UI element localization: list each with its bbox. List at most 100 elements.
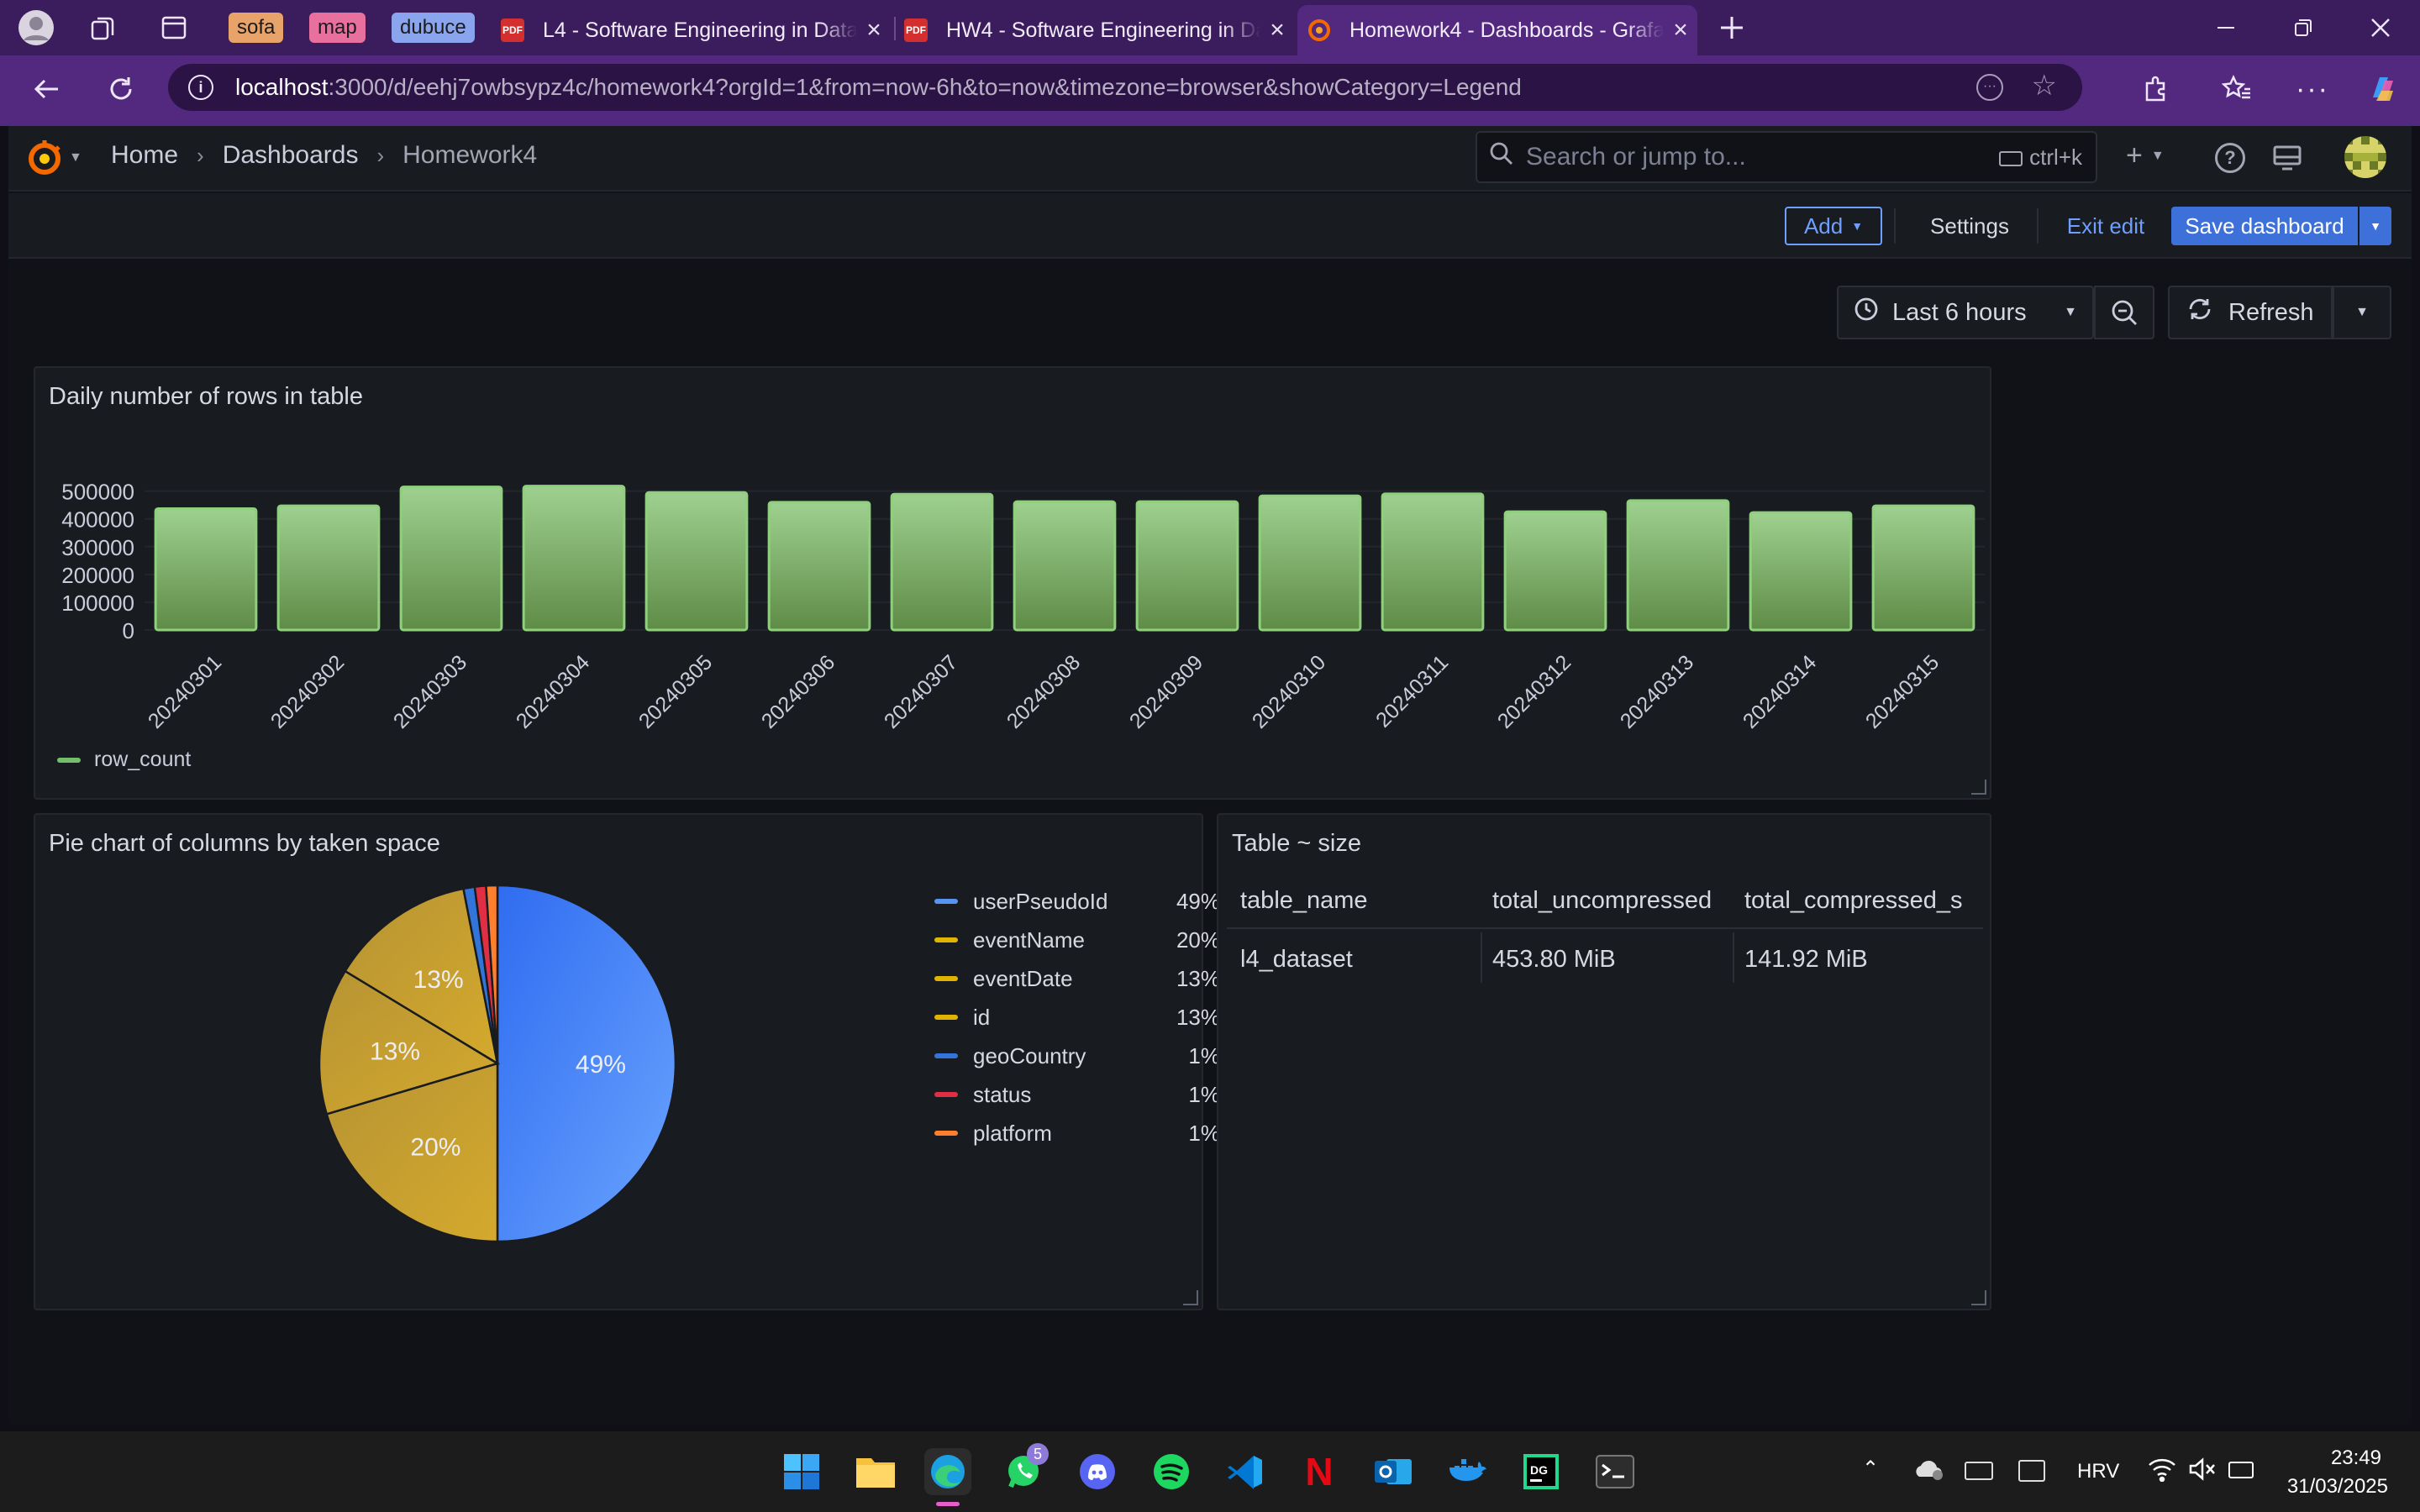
legend-item-platform[interactable]: platform 1% — [934, 1114, 1220, 1152]
battery-icon[interactable] — [2228, 1462, 2254, 1478]
keyboard-icon[interactable] — [1965, 1462, 1993, 1480]
zoom-out-button[interactable] — [2094, 286, 2154, 339]
favorite-star-icon[interactable]: ☆ — [2032, 69, 2057, 102]
bar[interactable] — [890, 492, 994, 632]
close-window-icon[interactable] — [2361, 8, 2400, 47]
profile-avatar-icon[interactable] — [17, 8, 55, 47]
save-dashboard-button[interactable]: Save dashboard — [2171, 207, 2358, 245]
more-options-icon[interactable]: ··· — [2291, 67, 2334, 111]
clock-date[interactable]: 31/03/2025 — [2287, 1475, 2388, 1499]
display-icon[interactable] — [2018, 1460, 2045, 1482]
bar-chart-panel[interactable]: Daily number of rows in table 0 100000 200… — [34, 366, 1991, 800]
bar[interactable] — [1871, 504, 1975, 632]
show-hidden-icons-chevron-up-icon[interactable]: ⌃ — [1862, 1457, 1879, 1481]
vscode-icon[interactable] — [1222, 1448, 1269, 1495]
tab-hw4-pdf[interactable]: PDF HW4 - Software Engineering in Da × — [904, 5, 1294, 55]
docker-icon[interactable] — [1444, 1448, 1491, 1495]
panel-resize-handle-icon[interactable] — [1183, 1290, 1198, 1305]
search-input[interactable]: Search or jump to... ctrl+k — [1476, 131, 2097, 183]
legend-item-eventname[interactable]: eventName 20% — [934, 921, 1220, 959]
reading-mode-icon[interactable]: ··· — [1976, 74, 2003, 101]
volume-muted-icon[interactable] — [2188, 1457, 2217, 1486]
wifi-icon[interactable] — [2148, 1457, 2176, 1486]
terminal-icon[interactable] — [1591, 1448, 1639, 1495]
bar[interactable] — [1381, 492, 1485, 632]
extensions-icon[interactable] — [2134, 67, 2178, 111]
breadcrumb-home[interactable]: Home — [111, 141, 178, 170]
tab-group-map[interactable]: map — [309, 13, 366, 43]
legend-value: 1% — [1188, 1120, 1220, 1146]
bar[interactable] — [1135, 500, 1239, 632]
pie-chart-panel[interactable]: Pie chart of columns by taken space 49% 2… — [34, 813, 1220, 1310]
tab-grafana-active[interactable]: Homework4 - Dashboards - Grafana × — [1297, 5, 1697, 55]
tab-group-sofa[interactable]: sofa — [229, 13, 284, 43]
panel-resize-handle-icon[interactable] — [1971, 780, 1986, 795]
kiosk-mode-icon[interactable] — [2272, 144, 2302, 176]
table-panel[interactable]: Table ~ size table_name total_uncompress… — [1217, 813, 1991, 1310]
breadcrumb-dashboards[interactable]: Dashboards — [223, 141, 359, 170]
start-icon[interactable] — [778, 1448, 825, 1495]
restore-icon[interactable] — [2284, 8, 2323, 47]
column-header-table-name[interactable]: table_name — [1240, 887, 1484, 915]
bar[interactable] — [1258, 494, 1362, 632]
legend-item-status[interactable]: status 1% — [934, 1075, 1220, 1114]
column-header-uncompressed[interactable]: total_uncompressed — [1492, 887, 1729, 915]
bar[interactable] — [767, 501, 871, 632]
bar[interactable] — [154, 507, 258, 632]
bar[interactable] — [522, 485, 626, 632]
minimize-icon[interactable] — [2207, 8, 2245, 47]
legend-item-eventdate[interactable]: eventDate 13% — [934, 959, 1220, 998]
table-row[interactable]: l4_dataset 453.80 MiB 141.92 MiB — [1227, 929, 1983, 990]
clock-time[interactable]: 23:49 — [2331, 1446, 2381, 1470]
bar[interactable] — [644, 491, 749, 632]
bar[interactable] — [276, 504, 381, 632]
close-icon[interactable]: × — [1664, 16, 1697, 45]
legend-item-userpseudoid[interactable]: userPseudoId 49% — [934, 882, 1220, 921]
help-icon[interactable]: ? — [2215, 143, 2245, 173]
workspaces-icon[interactable] — [84, 8, 123, 47]
add-button[interactable]: Add ▼ — [1785, 207, 1882, 245]
new-menu-button[interactable]: + ▼ — [2126, 139, 2165, 172]
exit-edit-button[interactable]: Exit edit — [2049, 207, 2163, 245]
user-avatar[interactable] — [2344, 136, 2386, 178]
tab-group-dubuce[interactable]: dubuce — [392, 13, 475, 43]
netflix-icon[interactable]: N — [1296, 1448, 1343, 1495]
close-icon[interactable]: × — [857, 16, 891, 45]
file-explorer-icon[interactable] — [852, 1448, 899, 1495]
tab-l4-pdf[interactable]: PDF L4 - Software Engineering in Data × — [501, 5, 891, 55]
bar[interactable] — [399, 486, 503, 632]
bar[interactable] — [1626, 499, 1730, 632]
grafana-logo-icon[interactable]: ▼ — [25, 138, 89, 178]
tab-actions-icon[interactable] — [155, 8, 193, 47]
outlook-icon[interactable] — [1370, 1448, 1417, 1495]
spotify-icon[interactable] — [1148, 1448, 1195, 1495]
site-info-icon[interactable]: i — [188, 75, 213, 100]
reload-icon[interactable] — [99, 67, 143, 111]
refresh-button[interactable]: Refresh — [2168, 286, 2333, 339]
legend-item-geocountry[interactable]: geoCountry 1% — [934, 1037, 1220, 1075]
panel-resize-handle-icon[interactable] — [1971, 1290, 1986, 1305]
favorites-icon[interactable] — [2215, 67, 2259, 111]
save-options-chevron-icon[interactable]: ▼ — [2360, 207, 2391, 245]
datagrip-icon[interactable]: DG — [1518, 1448, 1565, 1495]
discord-icon[interactable] — [1074, 1448, 1121, 1495]
time-range-picker[interactable]: Last 6 hours ▼ — [1837, 286, 2094, 339]
back-icon[interactable] — [25, 67, 69, 111]
language-indicator[interactable]: HRV — [2077, 1460, 2119, 1483]
legend-item-row-count[interactable]: row_count — [94, 748, 191, 772]
column-header-compressed[interactable]: total_compressed_s — [1744, 887, 1973, 915]
onedrive-icon[interactable] — [1912, 1457, 1946, 1486]
tab-title: HW4 - Software Engineering in Da — [946, 18, 1260, 42]
pie-slice-label: 20% — [410, 1134, 460, 1162]
bar[interactable] — [1749, 511, 1853, 632]
refresh-interval-picker[interactable]: ▼ — [2333, 286, 2391, 339]
close-icon[interactable]: × — [1260, 16, 1294, 45]
bar[interactable] — [1503, 510, 1607, 632]
copilot-icon[interactable] — [2361, 67, 2405, 111]
legend-item-id[interactable]: id 13% — [934, 998, 1220, 1037]
bar[interactable] — [1013, 500, 1117, 632]
settings-button[interactable]: Settings — [1911, 207, 2028, 245]
url-field[interactable]: i localhost:3000/d/eehj7owbsypz4c/homewo… — [168, 64, 2082, 111]
edge-icon[interactable] — [924, 1448, 971, 1495]
new-tab-icon[interactable] — [1712, 8, 1751, 47]
